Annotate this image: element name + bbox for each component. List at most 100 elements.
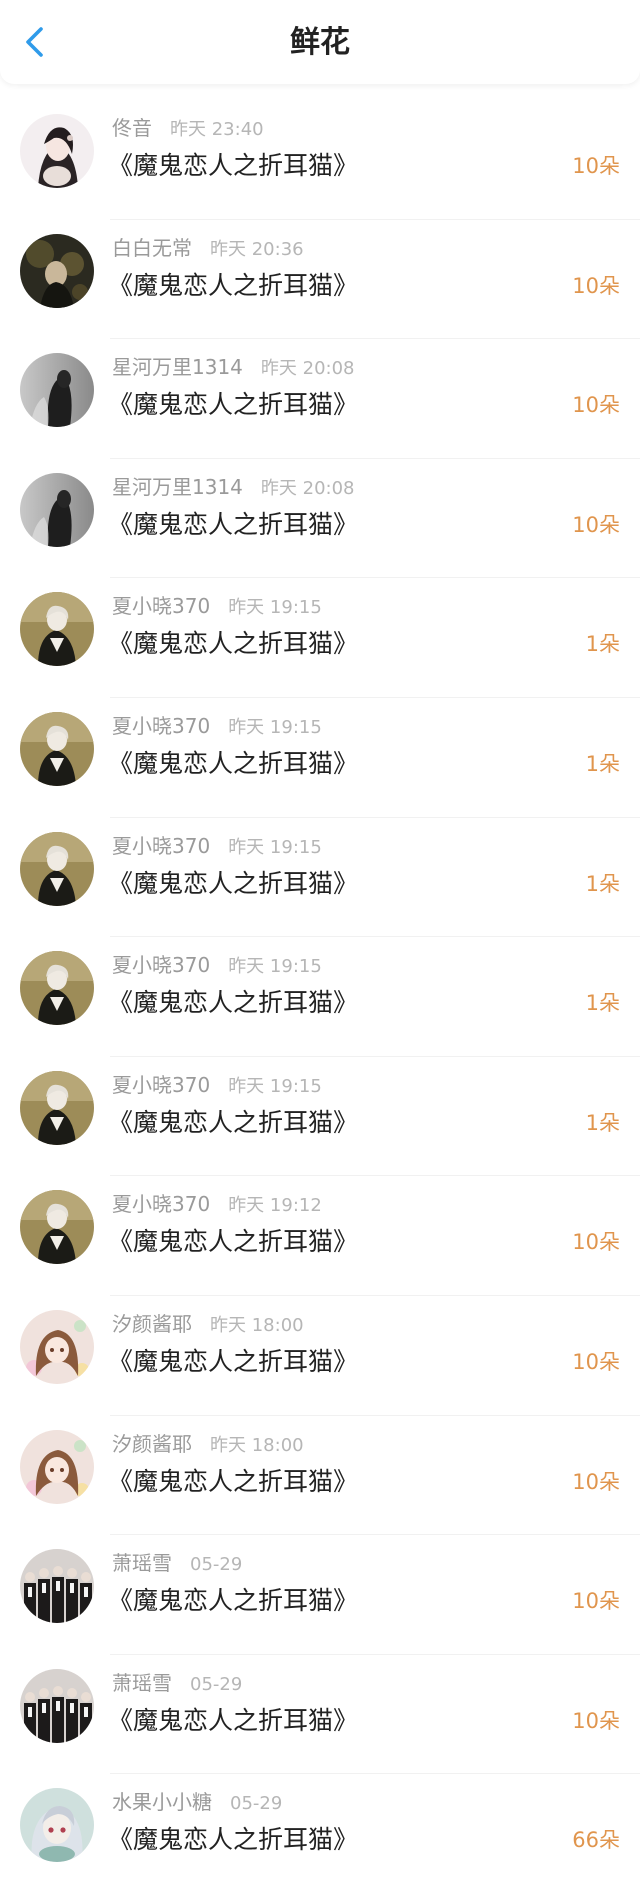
username[interactable]: 汐颜酱耶 [112,1308,192,1337]
avatar[interactable] [20,1549,94,1624]
avatar[interactable] [20,114,94,188]
flower-record-row[interactable]: 水果小小糖 05-29 《魔鬼恋人之折耳猫》 66朵 [0,1774,640,1889]
username[interactable]: 萧瑶雪 [112,1547,172,1576]
flower-count: 1朵 [585,632,620,657]
flower-record-row[interactable]: 夏小晓370 昨天 19:15 《魔鬼恋人之折耳猫》 1朵 [0,578,640,698]
record-meta: 夏小晓370 昨天 19:15 [112,590,322,619]
timestamp: 05-29 [230,1793,283,1815]
screen: 鲜花 佟音 昨天 23:40 《魔鬼恋人之折耳猫》 10朵 白白无常 昨天 20… [0,0,640,1889]
timestamp: 昨天 19:15 [228,1075,322,1097]
username[interactable]: 夏小晓370 [112,1069,210,1098]
flower-count: 10朵 [572,154,620,178]
username[interactable]: 萧瑶雪 [112,1667,172,1696]
avatar[interactable] [20,233,94,308]
record-meta: 夏小晓370 昨天 19:15 [112,710,322,739]
book-title[interactable]: 《魔鬼恋人之折耳猫》 [108,744,358,780]
flower-count: 10朵 [572,1589,620,1614]
flower-record-row[interactable]: 夏小晓370 昨天 19:12 《魔鬼恋人之折耳猫》 10朵 [0,1176,640,1296]
avatar[interactable] [20,1070,94,1145]
book-title[interactable]: 《魔鬼恋人之折耳猫》 [108,1701,358,1737]
timestamp: 05-29 [190,1554,243,1576]
avatar[interactable] [20,353,94,428]
timestamp: 昨天 19:15 [228,597,322,619]
book-title[interactable]: 《魔鬼恋人之折耳猫》 [108,1581,358,1617]
timestamp: 昨天 20:36 [210,238,304,260]
username[interactable]: 水果小小糖 [112,1786,212,1815]
flower-record-list: 佟音 昨天 23:40 《魔鬼恋人之折耳猫》 10朵 白白无常 昨天 20:36… [0,100,640,1889]
flower-record-row[interactable]: 夏小晓370 昨天 19:15 《魔鬼恋人之折耳猫》 1朵 [0,1057,640,1177]
avatar[interactable] [20,1190,94,1265]
record-meta: 夏小晓370 昨天 19:15 [112,949,322,978]
record-meta: 星河万里1314 昨天 20:08 [112,351,355,380]
timestamp: 昨天 19:12 [228,1195,322,1217]
avatar[interactable] [20,592,94,667]
flower-record-row[interactable]: 汐颜酱耶 昨天 18:00 《魔鬼恋人之折耳猫》 10朵 [0,1296,640,1416]
username[interactable]: 佟音 [112,112,152,141]
record-meta: 汐颜酱耶 昨天 18:00 [112,1428,304,1457]
username[interactable]: 汐颜酱耶 [112,1428,192,1457]
username[interactable]: 白白无常 [112,232,192,261]
flower-record-row[interactable]: 星河万里1314 昨天 20:08 《魔鬼恋人之折耳猫》 10朵 [0,339,640,459]
flower-count: 10朵 [572,393,620,418]
timestamp: 昨天 19:15 [228,716,322,738]
timestamp: 昨天 19:15 [228,836,322,858]
username[interactable]: 夏小晓370 [112,1188,210,1217]
book-title[interactable]: 《魔鬼恋人之折耳猫》 [108,146,358,182]
username[interactable]: 星河万里1314 [112,351,243,380]
book-title[interactable]: 《魔鬼恋人之折耳猫》 [108,385,358,421]
record-meta: 汐颜酱耶 昨天 18:00 [112,1308,304,1337]
flower-count: 66朵 [572,1828,620,1853]
avatar[interactable] [20,831,94,906]
timestamp: 昨天 20:08 [260,477,355,499]
top-bar: 鲜花 [0,0,640,84]
timestamp: 昨天 23:40 [170,119,264,140]
flower-count: 1朵 [585,751,620,776]
flower-record-row[interactable]: 夏小晓370 昨天 19:15 《魔鬼恋人之折耳猫》 1朵 [0,937,640,1057]
timestamp: 昨天 18:00 [210,1314,304,1336]
username[interactable]: 夏小晓370 [112,710,210,739]
book-title[interactable]: 《魔鬼恋人之折耳猫》 [108,1103,358,1139]
flower-record-row[interactable]: 佟音 昨天 23:40 《魔鬼恋人之折耳猫》 10朵 [0,100,640,220]
flower-count: 10朵 [572,512,620,537]
username[interactable]: 夏小晓370 [112,830,210,859]
record-meta: 夏小晓370 昨天 19:15 [112,830,322,859]
book-title[interactable]: 《魔鬼恋人之折耳猫》 [108,864,358,900]
flower-count: 10朵 [572,273,620,298]
flower-count: 1朵 [585,991,620,1016]
flower-count: 10朵 [572,1349,620,1374]
record-meta: 星河万里1314 昨天 20:08 [112,471,355,500]
timestamp: 昨天 18:00 [210,1434,304,1456]
avatar[interactable] [20,472,94,547]
book-title[interactable]: 《魔鬼恋人之折耳猫》 [108,1462,358,1498]
avatar[interactable] [20,1429,94,1504]
avatar[interactable] [20,1668,94,1743]
flower-record-row[interactable]: 汐颜酱耶 昨天 18:00 《魔鬼恋人之折耳猫》 10朵 [0,1416,640,1536]
flower-record-row[interactable]: 白白无常 昨天 20:36 《魔鬼恋人之折耳猫》 10朵 [0,220,640,340]
page-title: 鲜花 [290,25,350,60]
book-title[interactable]: 《魔鬼恋人之折耳猫》 [108,1342,358,1378]
book-title[interactable]: 《魔鬼恋人之折耳猫》 [108,1222,358,1258]
username[interactable]: 夏小晓370 [112,949,210,978]
flower-count: 10朵 [572,1469,620,1494]
flower-record-row[interactable]: 萧瑶雪 05-29 《魔鬼恋人之折耳猫》 10朵 [0,1535,640,1655]
username[interactable]: 星河万里1314 [112,471,243,500]
avatar[interactable] [20,951,94,1026]
record-meta: 水果小小糖 05-29 [112,1786,283,1815]
flower-record-row[interactable]: 夏小晓370 昨天 19:15 《魔鬼恋人之折耳猫》 1朵 [0,698,640,818]
book-title[interactable]: 《魔鬼恋人之折耳猫》 [108,983,358,1019]
timestamp: 05-29 [190,1673,243,1695]
flower-count: 1朵 [585,1110,620,1135]
username[interactable]: 夏小晓370 [112,590,210,619]
record-meta: 萧瑶雪 05-29 [112,1667,243,1696]
flower-record-row[interactable]: 萧瑶雪 05-29 《魔鬼恋人之折耳猫》 10朵 [0,1655,640,1775]
avatar[interactable] [20,1309,94,1384]
record-meta: 白白无常 昨天 20:36 [112,232,304,261]
book-title[interactable]: 《魔鬼恋人之折耳猫》 [108,624,358,660]
flower-record-row[interactable]: 夏小晓370 昨天 19:15 《魔鬼恋人之折耳猫》 1朵 [0,818,640,938]
book-title[interactable]: 《魔鬼恋人之折耳猫》 [108,1820,358,1856]
avatar[interactable] [20,711,94,786]
flower-record-row[interactable]: 星河万里1314 昨天 20:08 《魔鬼恋人之折耳猫》 10朵 [0,459,640,579]
avatar[interactable] [20,1788,94,1863]
book-title[interactable]: 《魔鬼恋人之折耳猫》 [108,505,358,541]
book-title[interactable]: 《魔鬼恋人之折耳猫》 [108,266,358,302]
